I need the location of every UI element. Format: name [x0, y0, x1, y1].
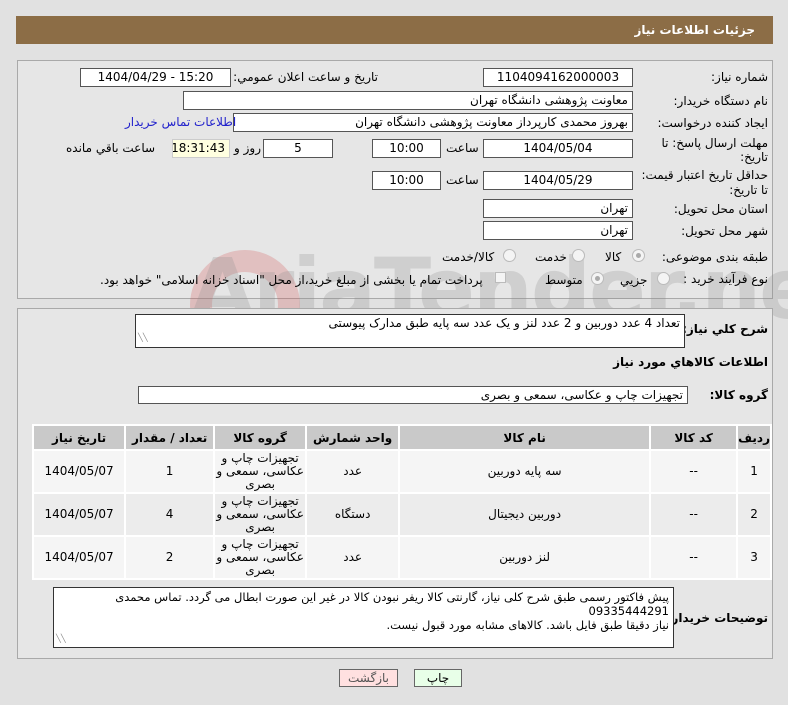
- cell-index: 3: [738, 537, 770, 578]
- cell-code: --: [651, 494, 737, 535]
- category-radio-goods[interactable]: [632, 249, 645, 262]
- category-radio-service[interactable]: [572, 249, 585, 262]
- col-unit: واحد شمارش: [307, 426, 399, 449]
- remaining-label: ساعت باقي مانده: [66, 141, 156, 155]
- province-field[interactable]: تهران: [483, 199, 633, 218]
- cell-qty: 4: [126, 494, 214, 535]
- buyer-notes-line: پیش فاکتور رسمی طبق شرح کلی نیاز، گارنتی…: [115, 590, 669, 604]
- description-text: تعداد 4 عدد دوربین و 2 عدد لنز و یک عدد …: [328, 316, 681, 330]
- deadline-label-2: تاریخ:: [740, 150, 768, 164]
- validity-label: حداقل تاریخ اعتبار قیمت:: [641, 168, 768, 182]
- items-table: ردیف کد کالا نام کالا واحد شمارش گروه کا…: [32, 424, 772, 580]
- cell-qty: 2: [126, 537, 214, 578]
- city-field[interactable]: تهران: [483, 221, 633, 240]
- category-goods-label: کالا: [605, 250, 622, 264]
- days-field[interactable]: 5: [263, 139, 333, 158]
- city-label: شهر محل تحویل:: [681, 224, 768, 238]
- validity-time-field[interactable]: 10:00: [372, 171, 441, 190]
- col-qty: تعداد / مقدار: [126, 426, 214, 449]
- print-button[interactable]: چاپ: [414, 669, 462, 687]
- buyer-notes-textarea[interactable]: پیش فاکتور رسمی طبق شرح کلی نیاز، گارنتی…: [53, 587, 674, 648]
- requester-field[interactable]: بهروز محمدی کارپرداز معاونت پژوهشی دانشگ…: [233, 113, 633, 132]
- cell-name: سه پایه دوربین: [400, 451, 650, 492]
- cell-group: تجهیزات چاپ و عکاسی، سمعی و بصری: [215, 537, 306, 578]
- validity-label-2: تا تاریخ:: [729, 183, 768, 197]
- resize-grip-icon[interactable]: ╲╲: [138, 329, 148, 346]
- cell-name: لنز دوربین: [400, 537, 650, 578]
- description-textarea[interactable]: تعداد 4 عدد دوربین و 2 عدد لنز و یک عدد …: [135, 314, 685, 348]
- col-code: کد کالا: [651, 426, 737, 449]
- group-label: گروه کالا:: [709, 388, 768, 402]
- table-row: 1 -- سه پایه دوربین عدد تجهیزات چاپ و عک…: [34, 451, 770, 492]
- treasury-checkbox[interactable]: [495, 272, 506, 283]
- announce-label: تاریخ و ساعت اعلان عمومي:: [233, 70, 378, 84]
- buyer-notes-line: نیاز دقیقا طبق فایل باشد. کالاهای مشابه …: [386, 618, 669, 632]
- process-medium-label: متوسط: [545, 273, 583, 287]
- cell-name: دوربین دیجیتال: [400, 494, 650, 535]
- col-name: نام کالا: [400, 426, 650, 449]
- col-index: ردیف: [738, 426, 770, 449]
- table-header-row: ردیف کد کالا نام کالا واحد شمارش گروه کا…: [34, 426, 770, 449]
- cell-date: 1404/05/07: [34, 537, 125, 578]
- resize-grip-icon[interactable]: ╲╲: [56, 632, 66, 646]
- cell-group: تجهیزات چاپ و عکاسی، سمعی و بصری: [215, 451, 306, 492]
- process-radio-minor[interactable]: [657, 272, 670, 285]
- cell-code: --: [651, 537, 737, 578]
- requester-label: ایجاد کننده درخواست:: [657, 116, 768, 130]
- cell-index: 2: [738, 494, 770, 535]
- cell-code: --: [651, 451, 737, 492]
- validity-time-label: ساعت: [446, 173, 479, 187]
- description-label: شرح كلي نياز:: [682, 322, 768, 336]
- validity-date-field[interactable]: 1404/05/29: [483, 171, 633, 190]
- buyer-notes-label: توضیحات خریدار:: [666, 611, 768, 625]
- buyer-org-field[interactable]: معاونت پژوهشی دانشگاه تهران: [183, 91, 633, 110]
- page-title: جزئیات اطلاعات نیاز: [634, 23, 755, 37]
- col-group: گروه کالا: [215, 426, 306, 449]
- cell-index: 1: [738, 451, 770, 492]
- category-both-label: کالا/خدمت: [442, 250, 495, 264]
- back-button[interactable]: بازگشت: [339, 669, 398, 687]
- category-label: طبقه بندی موضوعی:: [661, 250, 768, 264]
- deadline-label: مهلت ارسال پاسخ: تا: [661, 136, 768, 150]
- category-service-label: خدمت: [535, 250, 567, 264]
- province-label: استان محل تحویل:: [673, 202, 768, 216]
- page-header: جزئیات اطلاعات نیاز: [16, 16, 773, 44]
- days-label: روز و: [234, 141, 261, 155]
- announce-field[interactable]: 1404/04/29 - 15:20: [80, 68, 231, 87]
- buyer-contact-link[interactable]: اطلاعات تماس خریدار: [125, 115, 236, 129]
- cell-unit: عدد: [307, 451, 399, 492]
- process-label: نوع فرآیند خرید :: [683, 272, 768, 286]
- category-radio-both[interactable]: [503, 249, 516, 262]
- deadline-time-field[interactable]: 10:00: [372, 139, 441, 158]
- col-date: تاریخ نیاز: [34, 426, 125, 449]
- cell-unit: عدد: [307, 537, 399, 578]
- cell-unit: دستگاه: [307, 494, 399, 535]
- process-radio-medium[interactable]: [591, 272, 604, 285]
- table-row: 2 -- دوربین دیجیتال دستگاه تجهیزات چاپ و…: [34, 494, 770, 535]
- deadline-date-field[interactable]: 1404/05/04: [483, 139, 633, 158]
- need-number-field[interactable]: 1104094162000003: [483, 68, 633, 87]
- buyer-notes-phone: 09335444291: [588, 604, 669, 618]
- buyer-org-label: نام دستگاه خريدار:: [673, 94, 769, 108]
- cell-date: 1404/05/07: [34, 494, 125, 535]
- remaining-time-field: 18:31:43: [172, 139, 230, 158]
- process-minor-label: جزیي: [620, 273, 648, 287]
- cell-group: تجهیزات چاپ و عکاسی، سمعی و بصری: [215, 494, 306, 535]
- group-field[interactable]: تجهیزات چاپ و عکاسی، سمعی و بصری: [138, 386, 688, 404]
- table-row: 3 -- لنز دوربین عدد تجهیزات چاپ و عکاسی،…: [34, 537, 770, 578]
- deadline-time-label: ساعت: [446, 141, 479, 155]
- items-section-title: اطلاعات كالاهاي مورد نياز: [613, 355, 768, 369]
- cell-date: 1404/05/07: [34, 451, 125, 492]
- need-number-label: شماره نیاز:: [711, 70, 768, 84]
- treasury-note: پرداخت تمام یا بخشی از مبلغ خرید،از محل …: [100, 273, 483, 287]
- cell-qty: 1: [126, 451, 214, 492]
